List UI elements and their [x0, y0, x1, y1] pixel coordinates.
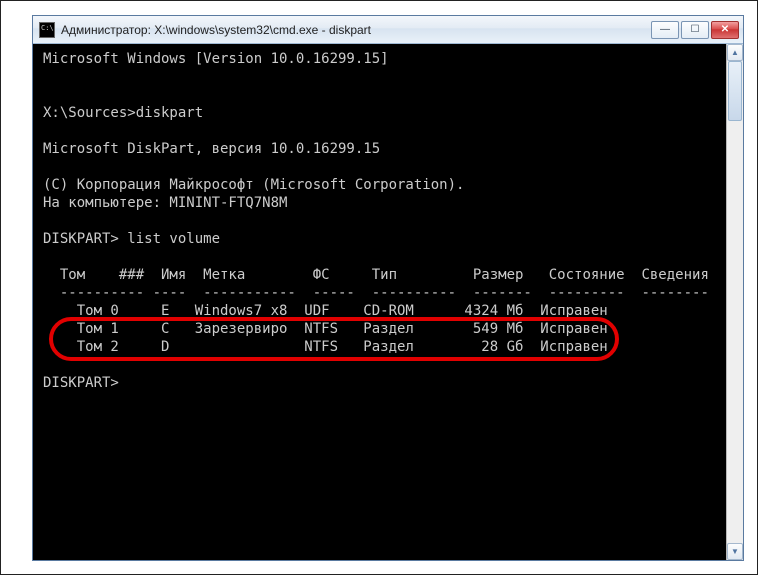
window-buttons: — ☐ ✕: [651, 21, 739, 39]
maximize-button[interactable]: ☐: [681, 21, 709, 39]
line-diskpart-version: Microsoft DiskPart, версия 10.0.16299.15: [43, 141, 380, 157]
volume-row-1: Том 1 C Зарезервиро NTFS Раздел 549 Мб И…: [43, 321, 608, 337]
line-windows-version: Microsoft Windows [Version 10.0.16299.15…: [43, 51, 389, 67]
command-prompt-window: Администратор: X:\windows\system32\cmd.e…: [32, 15, 744, 561]
terminal-output[interactable]: Microsoft Windows [Version 10.0.16299.15…: [33, 44, 743, 560]
titlebar[interactable]: Администратор: X:\windows\system32\cmd.e…: [33, 16, 743, 44]
minimize-button[interactable]: —: [651, 21, 679, 39]
volume-table-divider: ---------- ---- ----------- ----- ------…: [43, 285, 709, 301]
line-list-volume-cmd: DISKPART> list volume: [43, 231, 220, 247]
vertical-scrollbar[interactable]: ▲ ▼: [726, 44, 743, 560]
close-button[interactable]: ✕: [711, 21, 739, 39]
volume-row-0: Том 0 E Windows7_x8 UDF CD-ROM 4324 Мб И…: [43, 303, 608, 319]
cmd-icon: [39, 22, 55, 38]
volume-row-2: Том 2 D NTFS Раздел 28 Gб Исправен: [43, 339, 608, 355]
window-title: Администратор: X:\windows\system32\cmd.e…: [61, 23, 651, 37]
scroll-track[interactable]: [727, 61, 743, 543]
line-prompt-diskpart: X:\Sources>diskpart: [43, 105, 203, 121]
scroll-down-button[interactable]: ▼: [727, 543, 743, 560]
scroll-thumb[interactable]: [728, 61, 742, 121]
volume-table-header: Том ### Имя Метка ФС Тип Размер Состояни…: [43, 267, 709, 283]
line-computer-name: На компьютере: MININT-FTQ7N8M: [43, 195, 287, 211]
scroll-up-button[interactable]: ▲: [727, 44, 743, 61]
line-copyright: (C) Корпорация Майкрософт (Microsoft Cor…: [43, 177, 464, 193]
line-diskpart-prompt: DISKPART>: [43, 375, 119, 391]
